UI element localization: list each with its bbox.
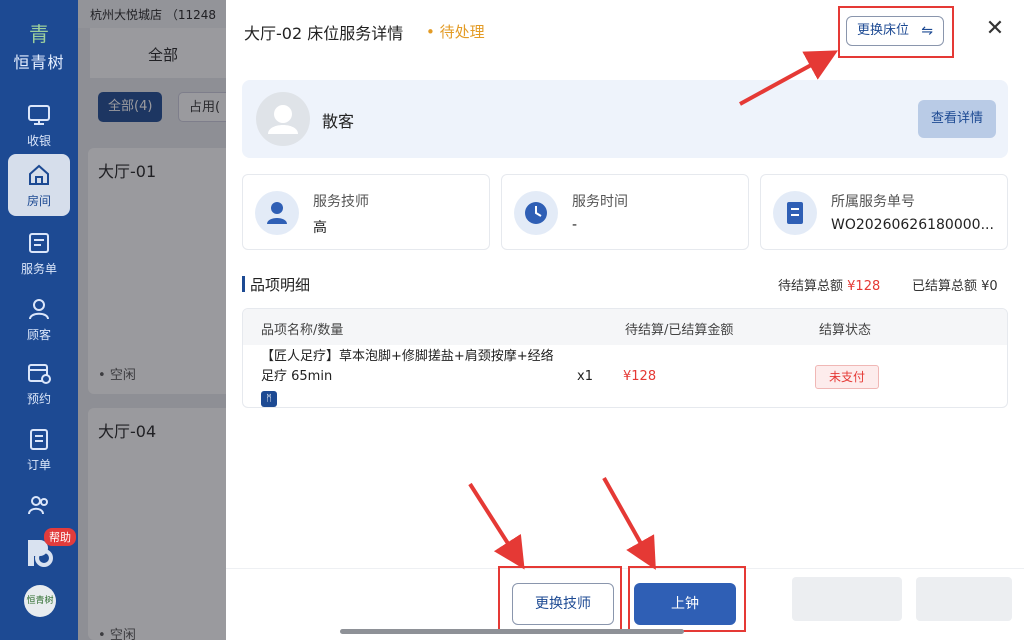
annotation-arrows bbox=[468, 50, 839, 570]
home-indicator[interactable] bbox=[340, 629, 684, 634]
arrow-to-start bbox=[602, 477, 656, 570]
arrow-to-swap-tech bbox=[468, 482, 525, 570]
arrow-to-swap-bed bbox=[739, 50, 839, 106]
